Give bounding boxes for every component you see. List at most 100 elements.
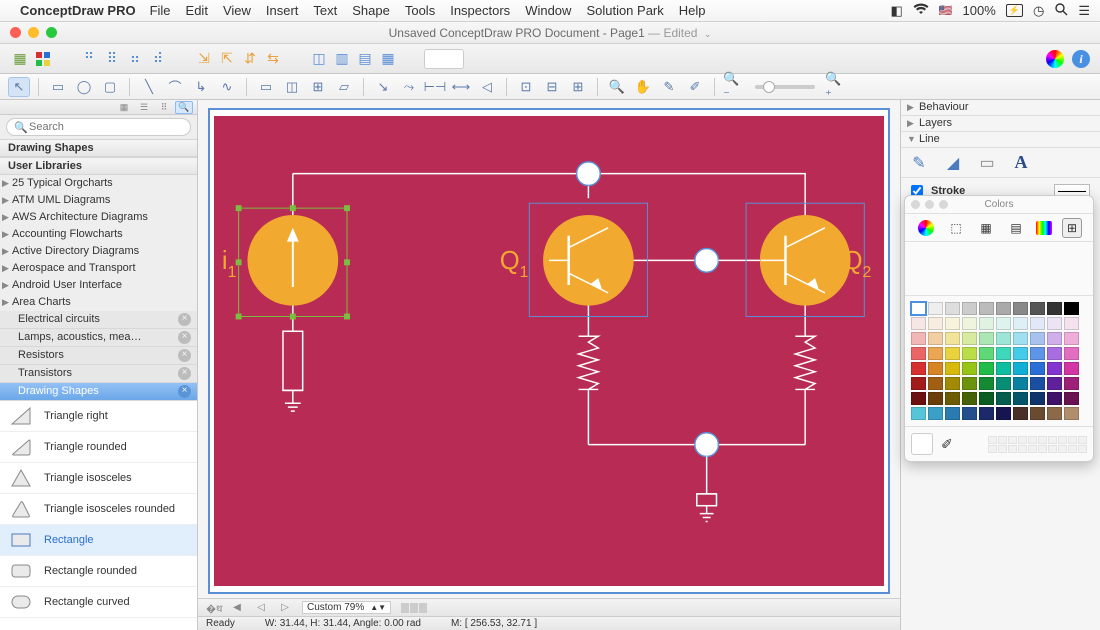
callout-tool[interactable]: ◫ <box>281 77 303 97</box>
layout2-icon[interactable]: ▥ <box>332 49 352 69</box>
color-cell[interactable] <box>979 362 994 375</box>
color-cell[interactable] <box>945 317 960 330</box>
color-cell[interactable] <box>928 317 943 330</box>
color-cell[interactable] <box>1047 302 1062 315</box>
arc-tool[interactable]: ⌒ <box>164 77 186 97</box>
edit-tool[interactable]: ✐ <box>684 77 706 97</box>
connector2-icon[interactable]: ⇱ <box>217 49 237 69</box>
lib-item[interactable]: ▶Aerospace and Transport <box>0 260 197 277</box>
color-cell[interactable] <box>945 362 960 375</box>
color-cell[interactable] <box>979 317 994 330</box>
color-cell[interactable] <box>1013 407 1028 420</box>
lib-header-user[interactable]: User Libraries <box>0 157 197 175</box>
color-cell[interactable] <box>911 332 926 345</box>
shape-item-selected[interactable]: Rectangle <box>0 525 197 556</box>
color-cell[interactable] <box>928 302 943 315</box>
window-close-button[interactable] <box>10 27 21 38</box>
color-cell[interactable] <box>928 392 943 405</box>
text-tool[interactable]: ▭ <box>255 77 277 97</box>
colorwheel-icon[interactable] <box>1046 50 1064 68</box>
pan-tool[interactable]: ✋ <box>632 77 654 97</box>
color-cell[interactable] <box>1013 377 1028 390</box>
page-next[interactable]: ▷ <box>278 602 292 613</box>
color-cell[interactable] <box>1064 302 1079 315</box>
color-cell[interactable] <box>928 407 943 420</box>
menu-shape[interactable]: Shape <box>352 3 390 18</box>
shape-item[interactable]: Triangle right <box>0 401 197 432</box>
color-cell[interactable] <box>1064 332 1079 345</box>
align-tool[interactable]: ⊞ <box>567 77 589 97</box>
color-cell[interactable] <box>928 377 943 390</box>
menu-solution-park[interactable]: Solution Park <box>586 3 663 18</box>
close-icon[interactable]: × <box>178 331 191 344</box>
lib-tab-list[interactable]: ☰ <box>135 101 153 114</box>
window-minimize-button[interactable] <box>28 27 39 38</box>
clock-icon[interactable]: ◷ <box>1033 3 1044 19</box>
panel-close[interactable] <box>911 200 920 209</box>
menu-file[interactable]: File <box>150 3 171 18</box>
window-zoom-button[interactable] <box>46 27 57 38</box>
lib-sub-item[interactable]: Lamps, acoustics, mea…× <box>0 329 197 347</box>
group-tool[interactable]: ⊡ <box>515 77 537 97</box>
section-behaviour[interactable]: ▶Behaviour <box>901 100 1100 116</box>
section-line[interactable]: ▼Line <box>901 132 1100 148</box>
color-mode-image[interactable]: ▤ <box>1006 218 1026 238</box>
branch-icon[interactable]: ⠶ <box>125 49 145 69</box>
lib-item[interactable]: ▶AWS Architecture Diagrams <box>0 209 197 226</box>
color-cell[interactable] <box>1030 407 1045 420</box>
color-cell[interactable] <box>1064 407 1079 420</box>
color-cell[interactable] <box>1013 362 1028 375</box>
color-cell[interactable] <box>911 362 926 375</box>
color-cell[interactable] <box>1030 332 1045 345</box>
color-cell[interactable] <box>945 377 960 390</box>
color-history[interactable] <box>988 436 1087 453</box>
anchor-tool[interactable]: ⊢⊣ <box>424 77 446 97</box>
color-mode-spectrum[interactable] <box>1036 221 1052 235</box>
layout3-icon[interactable]: ▤ <box>355 49 375 69</box>
color-cell[interactable] <box>1047 317 1062 330</box>
ungroup-tool[interactable]: ⊟ <box>541 77 563 97</box>
table-tool[interactable]: ⊞ <box>307 77 329 97</box>
eyedropper-icon[interactable]: ✐ <box>941 436 953 453</box>
connector4-icon[interactable]: ⇆ <box>263 49 283 69</box>
connector3-icon[interactable]: ⇵ <box>240 49 260 69</box>
color-cell[interactable] <box>911 392 926 405</box>
eyedropper-tool[interactable]: ✎ <box>658 77 680 97</box>
shape-item[interactable]: Triangle isosceles <box>0 463 197 494</box>
color-cell[interactable] <box>1030 317 1045 330</box>
color-cell[interactable] <box>928 347 943 360</box>
color-cell[interactable] <box>1013 317 1028 330</box>
current-color-swatch[interactable] <box>911 433 933 455</box>
color-cell[interactable] <box>911 347 926 360</box>
angle-tool[interactable]: ◁ <box>476 77 498 97</box>
search-input[interactable] <box>6 118 191 136</box>
menu-inspectors[interactable]: Inspectors <box>450 3 510 18</box>
layout1-icon[interactable]: ◫ <box>309 49 329 69</box>
color-cell[interactable] <box>911 407 926 420</box>
color-cell[interactable] <box>996 332 1011 345</box>
shape-item[interactable]: Triangle isosceles rounded <box>0 494 197 525</box>
fill-icon[interactable]: ◢ <box>943 153 963 173</box>
lib-tab-search[interactable]: 🔍 <box>175 101 193 114</box>
color-cell[interactable] <box>911 377 926 390</box>
zoom-field[interactable]: Custom 79%▲▼ <box>302 601 391 614</box>
color-cell[interactable] <box>1013 392 1028 405</box>
color-cell[interactable] <box>979 392 994 405</box>
lib-sub-item[interactable]: Electrical circuits× <box>0 311 197 329</box>
panel-min[interactable] <box>925 200 934 209</box>
swatches-icon[interactable] <box>33 49 53 69</box>
lib-item[interactable]: ▶ATM UML Diagrams <box>0 192 197 209</box>
transistor-q1[interactable] <box>529 203 647 316</box>
lib-sub-item[interactable]: Transistors× <box>0 365 197 383</box>
flag-icon[interactable]: 🇺🇸 <box>939 4 953 17</box>
lib-tab-large[interactable]: ▦ <box>115 101 133 114</box>
wifi-icon[interactable] <box>913 3 929 18</box>
menu-window[interactable]: Window <box>525 3 571 18</box>
color-cell[interactable] <box>979 347 994 360</box>
smart-connector[interactable]: ↘ <box>372 77 394 97</box>
color-cell[interactable] <box>979 407 994 420</box>
color-cell[interactable] <box>1030 302 1045 315</box>
color-cell[interactable] <box>1064 362 1079 375</box>
battery-icon[interactable]: ⚡ <box>1006 4 1023 17</box>
grid-icon[interactable]: ▦ <box>10 49 30 69</box>
